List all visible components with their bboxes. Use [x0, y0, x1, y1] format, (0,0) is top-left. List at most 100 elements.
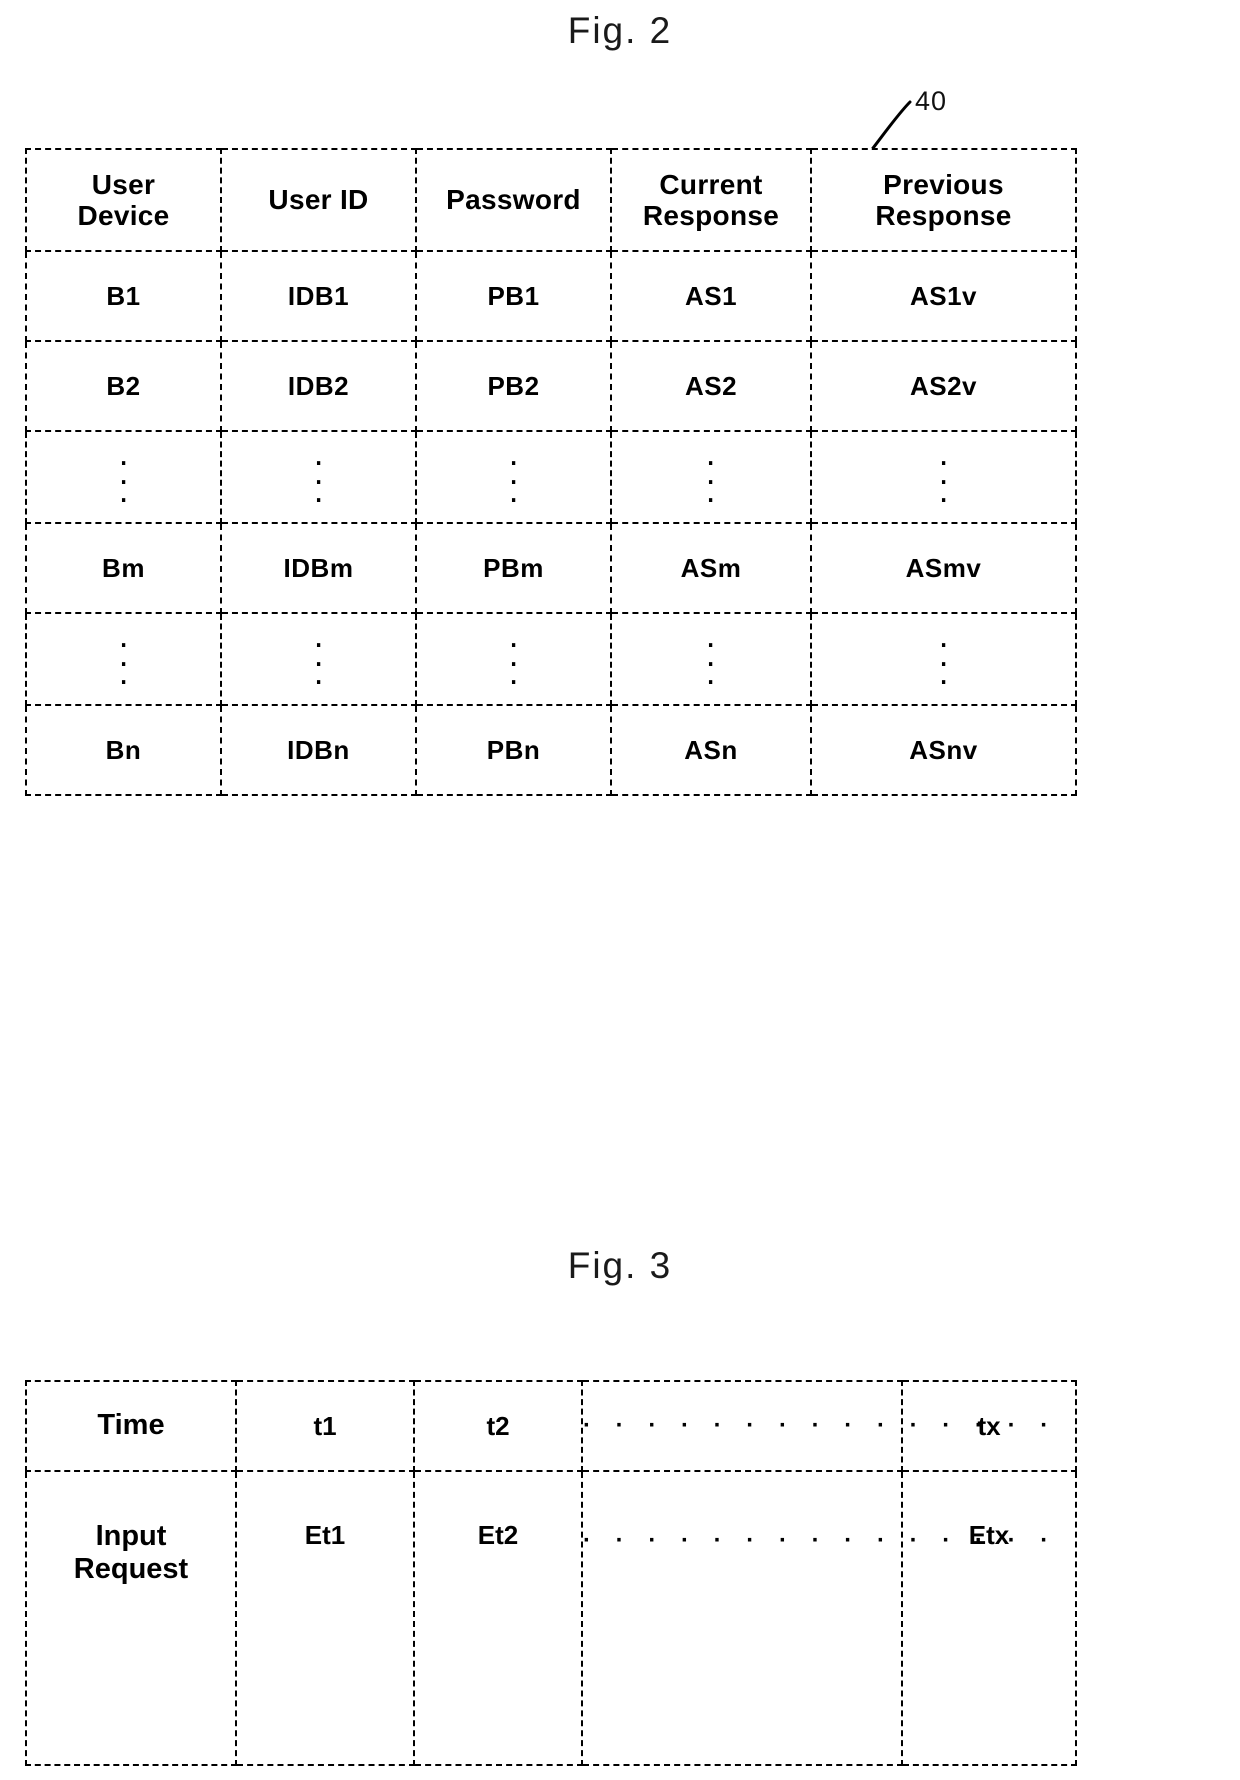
cell-value: ASn: [684, 734, 738, 765]
cell-value: IDB1: [287, 280, 350, 311]
cell-value: t2: [486, 1410, 510, 1441]
cell-user-id: IDBm: [220, 522, 417, 614]
row-header-time: Time: [25, 1380, 237, 1472]
cell-time-ellipsis: · · · · · · · · · · · · · · ·: [581, 1380, 1048, 1472]
header-line-2: Response: [642, 200, 780, 231]
column-header-previous-response: Previous Response: [810, 148, 1077, 252]
table-row-ellipsis: ... ... ... ... ...: [25, 612, 1077, 706]
cell-user-device: Bn: [25, 704, 222, 796]
cell-value: Et1: [304, 1520, 346, 1550]
row-header-input-request: Input Request: [25, 1470, 237, 1766]
cell-value: AS2v: [909, 370, 978, 401]
cell-value: IDBn: [287, 734, 350, 765]
table-row-ellipsis: ... ... ... ... ...: [25, 430, 1077, 524]
cell-current-response: AS1: [610, 250, 812, 342]
cell-previous-response: ASmv: [810, 522, 1077, 614]
vertical-dots-icon: ...: [510, 622, 517, 691]
cell-value: ASm: [680, 552, 742, 583]
cell-ellipsis: ...: [220, 612, 417, 706]
table-header-row: User Device User ID Password Current Res…: [25, 148, 1077, 252]
cell-ellipsis: ...: [610, 612, 812, 706]
cell-user-id: IDB1: [220, 250, 417, 342]
cell-user-id: IDBn: [220, 704, 417, 796]
cell-previous-response: ASnv: [810, 704, 1077, 796]
figure-2-title: Fig. 2: [567, 10, 673, 51]
cell-ellipsis: ...: [415, 430, 612, 524]
table-row: Bn IDBn PBn ASn ASnv: [25, 704, 1077, 796]
time-input-request-table: Time t1 t2 · · · · · · · · · · · · · · ·…: [25, 1380, 1077, 1766]
vertical-dots-icon: ...: [707, 622, 715, 691]
table-row: B1 IDB1 PB1 AS1 AS1v: [25, 250, 1077, 342]
cell-ellipsis: ...: [220, 430, 417, 524]
vertical-dots-icon: ...: [120, 622, 127, 691]
row-label-line-2: Request: [73, 1553, 189, 1586]
cell-user-device: B2: [25, 340, 222, 432]
cell-value: PBm: [483, 552, 544, 583]
horizontal-dots-icon: · · · · · · · · · · · · · · ·: [583, 1527, 1058, 1554]
cell-password: PBm: [415, 522, 612, 614]
cell-value: t1: [313, 1410, 337, 1441]
column-header-password: Password: [415, 148, 612, 252]
table-row: B2 IDB2 PB2 AS2 AS2v: [25, 340, 1077, 432]
vertical-dots-icon: ...: [315, 440, 322, 509]
cell-current-response: ASm: [610, 522, 812, 614]
header-line-1: User: [91, 168, 156, 200]
vertical-dots-icon: ...: [510, 440, 517, 509]
cell-password: PBn: [415, 704, 612, 796]
header-text: User ID: [268, 184, 369, 216]
cell-user-device: Bm: [25, 522, 222, 614]
cell-value: AS2: [684, 370, 738, 401]
vertical-dots-icon: ...: [120, 440, 127, 509]
header-text: Password: [446, 184, 581, 216]
vertical-dots-icon: ...: [707, 440, 715, 509]
patent-drawing-sheet: Fig. 2 40 User Device User ID Password C…: [0, 0, 1240, 1780]
cell-ellipsis: ...: [610, 430, 812, 524]
cell-previous-response: AS1v: [810, 250, 1077, 342]
cell-user-id: IDB2: [220, 340, 417, 432]
cell-ellipsis: ...: [25, 612, 222, 706]
header-line-1: Previous: [883, 168, 1004, 200]
vertical-dots-icon: ...: [940, 440, 947, 509]
cell-ellipsis: ...: [415, 612, 612, 706]
cell-current-response: ASn: [610, 704, 812, 796]
cell-ellipsis: ...: [25, 430, 222, 524]
cell-value: ASmv: [905, 552, 982, 583]
user-device-credentials-table: User Device User ID Password Current Res…: [25, 148, 1077, 796]
cell-password: PB1: [415, 250, 612, 342]
header-line-2: Response: [875, 200, 1012, 231]
cell-value: ASnv: [909, 734, 978, 765]
cell-value: IDB2: [287, 370, 350, 401]
table-row: Bm IDBm PBm ASm ASmv: [25, 522, 1077, 614]
cell-value: Bm: [102, 552, 145, 583]
cell-input-et2: Et2: [413, 1470, 583, 1766]
cell-value: B1: [106, 280, 141, 311]
cell-user-device: B1: [25, 250, 222, 342]
cell-password: PB2: [415, 340, 612, 432]
header-line-2: Device: [77, 200, 170, 231]
cell-time-t1: t1: [235, 1380, 415, 1472]
header-line-1: Current: [659, 168, 763, 200]
cell-value: PB2: [487, 370, 540, 401]
horizontal-dots-icon: · · · · · · · · · · · · · · ·: [583, 1411, 1058, 1439]
column-header-user-id: User ID: [220, 148, 417, 252]
cell-value: PB1: [487, 280, 540, 311]
cell-value: IDBm: [283, 552, 354, 583]
cell-ellipsis: ...: [810, 612, 1077, 706]
cell-value: PBn: [486, 734, 541, 765]
column-header-user-device: User Device: [25, 148, 222, 252]
cell-value: Bn: [105, 734, 142, 765]
row-label: Time: [97, 1409, 165, 1442]
row-label-line-1: Input: [95, 1520, 167, 1552]
cell-value: AS1v: [909, 280, 978, 311]
figure-3-title: Fig. 3: [567, 1245, 673, 1286]
table-row-time: Time t1 t2 · · · · · · · · · · · · · · ·…: [25, 1380, 1077, 1472]
cell-current-response: AS2: [610, 340, 812, 432]
table-row-input-request: Input Request Et1 Et2 · · · · · · · · · …: [25, 1470, 1077, 1766]
cell-input-et1: Et1: [235, 1470, 415, 1766]
cell-value: Et2: [477, 1520, 519, 1550]
cell-value: AS1: [684, 280, 738, 311]
cell-value: B2: [106, 370, 141, 401]
cell-previous-response: AS2v: [810, 340, 1077, 432]
vertical-dots-icon: ...: [315, 622, 322, 691]
cell-input-ellipsis: · · · · · · · · · · · · · · ·: [581, 1470, 1048, 1766]
